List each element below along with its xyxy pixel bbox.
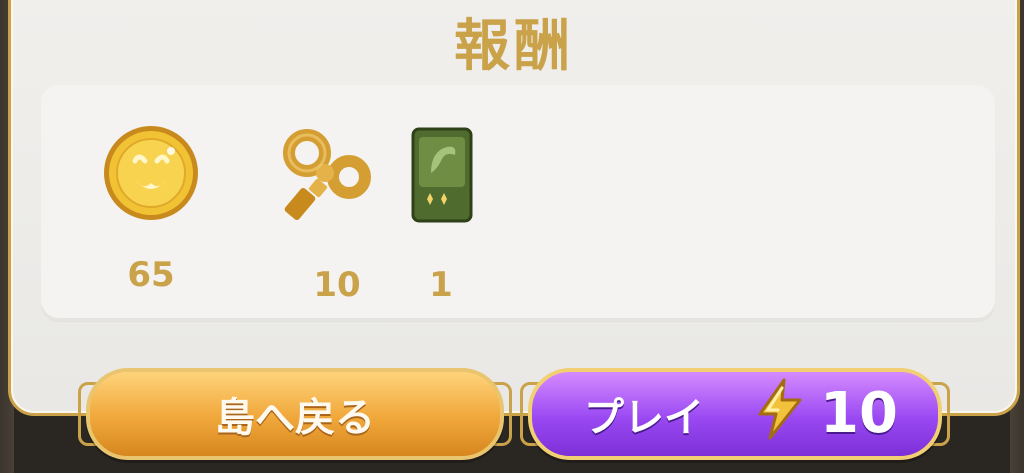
- play-label: プレイ: [584, 395, 704, 441]
- green-card-pack-icon: [407, 125, 477, 225]
- back-to-island-label: 島へ戻る: [215, 395, 375, 441]
- rewards-title: 報酬: [454, 14, 574, 79]
- gold-coin-icon: [101, 123, 201, 223]
- lightning-bolt-icon: [754, 378, 806, 450]
- play-button[interactable]: プレイ 10: [528, 368, 942, 460]
- play-cost: 10: [820, 381, 898, 446]
- reward-count-card-pack: 1: [429, 265, 453, 305]
- reward-list: 65 10 1: [41, 85, 995, 321]
- reward-count-coin: 65: [127, 255, 175, 295]
- back-to-island-button[interactable]: 島へ戻る: [86, 368, 504, 460]
- reward-count-key: 10: [313, 265, 361, 305]
- wind-up-key-icon: [271, 125, 375, 229]
- rewards-panel: 報酬 65 10 1: [8, 0, 1020, 416]
